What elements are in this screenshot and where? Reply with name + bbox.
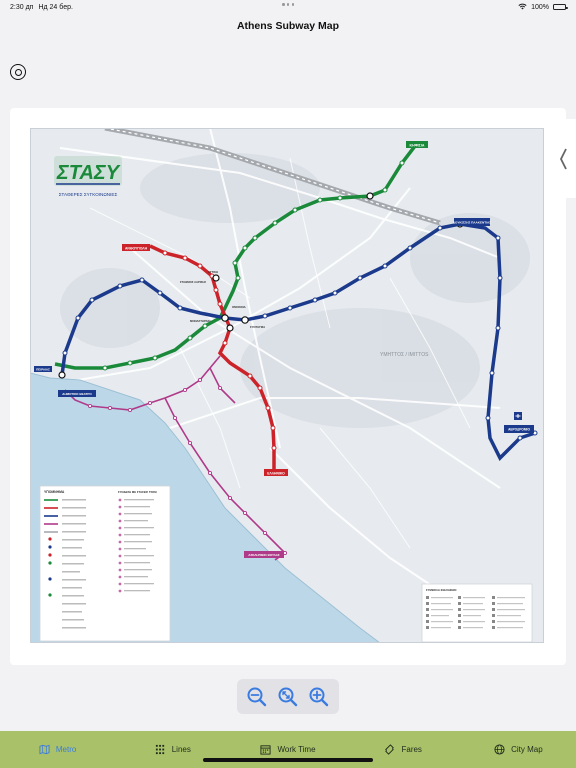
target-icon — [14, 68, 22, 76]
logo-subtitle: ΣΤΑΘΕΡΕΣ ΣΥΓΚΟΙΝΩΝΙΕΣ — [59, 192, 118, 197]
globe-icon — [494, 744, 505, 755]
zoom-in-button[interactable] — [306, 684, 332, 710]
wifi-icon — [518, 3, 527, 12]
tab-fares[interactable]: Fares — [346, 731, 461, 768]
status-bar: 2:30 дп Нд 24 бер. 100% — [0, 0, 576, 14]
area-ymittos: ΥΜΗΤΤΟΣ / IMITTOS — [380, 352, 429, 358]
page-title: Athens Subway Map — [236, 20, 340, 32]
station-elliniko: ΕΛΛΗΝΙΚΟ — [267, 471, 285, 475]
ticket-icon — [385, 744, 395, 755]
station-piraeus: ΠΕΙΡΑΙΑΣ — [36, 368, 50, 372]
tab-label: Metro — [55, 745, 77, 754]
station-douk-plakentias: ΔΟΥΚΙΣΣΗΣ ΠΛΑΚΕΝΤΙΑΣ — [453, 221, 491, 225]
chevron-left-icon — [559, 148, 567, 169]
legend-title: ΥΠΟΜΝΗΜΑ — [44, 490, 65, 494]
tab-label: Work Time — [277, 745, 316, 754]
calendar-icon — [260, 745, 272, 755]
status-right: 100% — [518, 3, 568, 12]
station-larissa: ΣΤΑΘΜΟΣ ΛΑΡΙΣΗΣ — [180, 280, 206, 284]
tab-city-map[interactable]: City Map — [461, 731, 576, 768]
tab-bar: Metro Lines Work Time Fares City Map — [0, 731, 576, 768]
tab-label: Lines — [171, 745, 191, 754]
station-monastiraki: ΜΟΝΑΣΤΗΡΑΚΙ — [190, 319, 211, 323]
station-asklipiio: ΑΣΚΛΗΠΙΕΙΟ ΒΟΥΛΑΣ — [248, 553, 280, 557]
locate-button[interactable] — [10, 64, 26, 80]
tab-label: Fares — [401, 745, 422, 754]
legend2-title: ΣΥΝΔΕΣΗ ΜΕ ΣΤΑΣΕΙΣ ΤΡΑΜ — [118, 490, 157, 494]
airport-icon — [514, 412, 522, 420]
battery-icon — [553, 4, 568, 10]
zoom-out-button[interactable] — [244, 684, 270, 710]
status-time: 2:30 дп — [10, 3, 34, 11]
zoom-reset-button[interactable] — [275, 684, 301, 710]
lines-icon — [155, 744, 164, 755]
zoom-reset-icon — [278, 687, 298, 706]
station-attiki: ΑΤΤΙΚΗ — [208, 270, 218, 274]
zoom-in-icon — [309, 687, 328, 706]
legend3-title: ΣΥΜΒΟΛΑ ΦΩΛΙΑΦΩΝ — [426, 588, 456, 592]
multitasking-dots-icon[interactable] — [282, 3, 294, 7]
map-icon — [39, 744, 50, 755]
home-indicator[interactable] — [203, 758, 373, 762]
status-left: 2:30 дп Нд 24 бер. — [10, 4, 73, 11]
battery-percent: 100% — [531, 3, 549, 11]
station-dim-theatro: ΔΗΜΟΤΙΚΟ ΘΕΑΤΡΟ — [62, 392, 92, 396]
tab-label: City Map — [511, 745, 543, 754]
legend-box: ΥΠΟΜΝΗΜΑ ΣΥΝΔΕΣΗ ΜΕ ΣΤΑΣΕΙΣ ΤΡΑΜ — [39, 485, 171, 642]
subway-map[interactable]: ΣΤΑΣΥ ΣΤΑΘΕΡΕΣ ΣΥΓΚΟΙΝΩΝΙΕΣ ΚΗΦΙΣΙΑ ΑΝΘΟ… — [30, 128, 544, 643]
status-date: Нд 24 бер. — [38, 3, 73, 11]
tab-work-time[interactable]: Work Time — [230, 731, 345, 768]
side-panel-toggle[interactable] — [550, 119, 576, 198]
station-kifisia: ΚΗΦΙΣΙΑ — [410, 143, 425, 147]
station-syntagma: ΣΥΝΤΑΓΜΑ — [250, 325, 265, 329]
station-omonia: ΟΜΟΝΟΙΑ — [232, 305, 246, 309]
tab-lines[interactable]: Lines — [115, 731, 230, 768]
legend-box-symbols: ΣΥΜΒΟΛΑ ΦΩΛΙΑΦΩΝ — [421, 583, 533, 643]
logo-text: ΣΤΑΣΥ — [56, 162, 121, 184]
zoom-out-icon — [247, 687, 267, 706]
zoom-controls — [237, 679, 339, 714]
station-airport: ΑΕΡΟΔΡΟΜΙΟ — [508, 428, 530, 432]
station-anthoupoli: ΑΝΘΟΥΠΟΛΗ — [125, 246, 148, 250]
tab-metro[interactable]: Metro — [0, 731, 115, 768]
